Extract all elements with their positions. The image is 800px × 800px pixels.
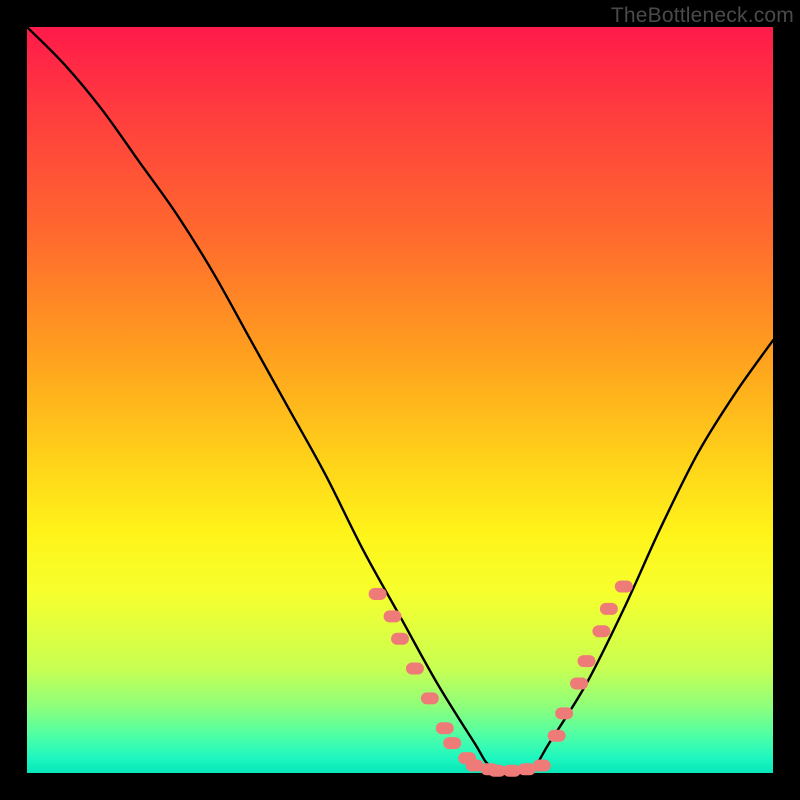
plot-area — [27, 27, 773, 773]
highlight-dot — [436, 722, 454, 734]
chart-stage: TheBottleneck.com — [0, 0, 800, 800]
curve-layer — [27, 27, 773, 773]
highlight-dot — [570, 677, 588, 689]
highlight-dot — [555, 707, 573, 719]
highlight-dot — [548, 730, 566, 742]
highlight-dot — [384, 610, 402, 622]
highlight-dot — [592, 625, 610, 637]
highlight-dot — [391, 633, 409, 645]
highlight-dot — [578, 655, 596, 667]
watermark-text: TheBottleneck.com — [611, 4, 794, 28]
highlight-dot — [443, 737, 461, 749]
highlight-dot — [600, 603, 618, 615]
highlight-dots-right — [548, 581, 633, 742]
bottleneck-curve — [27, 27, 773, 773]
highlight-dots-left — [369, 588, 477, 764]
highlight-dot — [615, 581, 633, 593]
highlight-dot — [421, 692, 439, 704]
highlight-dot — [369, 588, 387, 600]
highlight-dots-bottom — [466, 760, 551, 777]
highlight-dot — [406, 663, 424, 675]
highlight-dot — [533, 760, 551, 772]
